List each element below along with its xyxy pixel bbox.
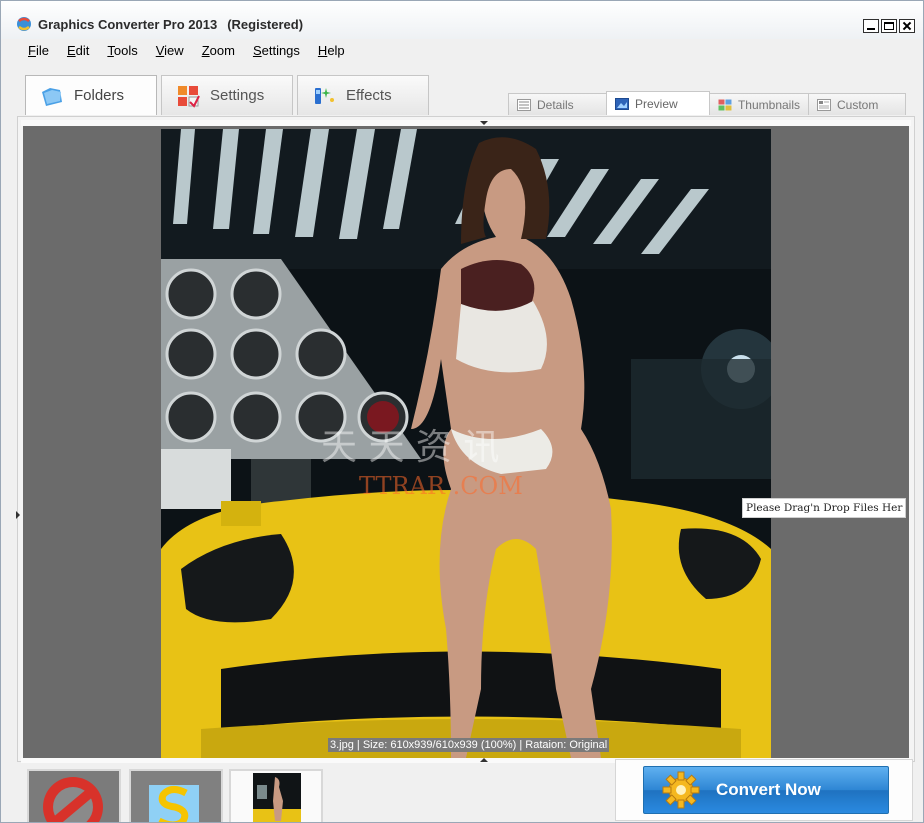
menu-bar: File Edit Tools View Zoom Settings Help: [1, 41, 923, 63]
menu-help[interactable]: Help: [309, 41, 354, 63]
minimize-button[interactable]: [863, 19, 879, 33]
tab-effects[interactable]: Effects: [297, 75, 429, 115]
menu-tools[interactable]: Tools: [98, 41, 146, 63]
view-tabs: Details Preview Thumbnails Custom: [508, 91, 906, 115]
menu-settings[interactable]: Settings: [244, 41, 309, 63]
thumbnail-item[interactable]: [129, 769, 223, 822]
gear-icon: [662, 771, 700, 809]
folder-icon: [42, 87, 62, 106]
registration-status: (Registered): [227, 17, 304, 32]
thumbnail-item[interactable]: [27, 769, 121, 822]
menu-zoom[interactable]: Zoom: [193, 41, 244, 63]
tab-settings[interactable]: Settings: [161, 75, 293, 115]
title-bar: Graphics Converter Pro 2013 (Registered): [1, 1, 923, 39]
custom-icon: [817, 98, 831, 111]
image-preview-area[interactable]: 天 天 资 讯 TTRAR .COM 3.jpg | Size: 610x939…: [23, 126, 909, 758]
watermark-cn: 天 天 资 讯: [321, 427, 499, 468]
collapse-down-arrow-icon[interactable]: [480, 758, 488, 762]
thumbnail-item[interactable]: [229, 769, 323, 822]
watermark-en: TTRAR .COM: [359, 472, 523, 500]
effects-wand-icon: [315, 87, 334, 104]
preview-icon: [615, 97, 629, 110]
tab-folders[interactable]: Folders: [25, 75, 157, 115]
close-button[interactable]: [899, 19, 915, 33]
photo-thumbnail-icon: [253, 773, 301, 822]
image-info-caption: 3.jpg | Size: 610x939/610x939 (100%) | R…: [328, 738, 610, 752]
main-tabs: Folders Settings Effects: [25, 75, 429, 115]
tab-settings-label: Settings: [210, 87, 265, 104]
menu-file[interactable]: File: [19, 41, 58, 63]
menu-edit[interactable]: Edit: [58, 41, 98, 63]
tab-custom-label: Custom: [837, 97, 879, 112]
convert-now-button[interactable]: Convert Now: [643, 766, 889, 814]
convert-now-label: Convert Now: [716, 780, 821, 799]
tab-preview-label: Preview: [635, 96, 678, 111]
tab-custom[interactable]: Custom: [808, 93, 906, 115]
app-window: Graphics Converter Pro 2013 (Registered) …: [0, 0, 924, 823]
tab-preview[interactable]: Preview: [606, 91, 710, 115]
tab-thumbnails[interactable]: Thumbnails: [709, 93, 809, 115]
convert-panel: Convert Now: [615, 759, 913, 821]
thumbnails-icon: [718, 99, 732, 110]
menu-view[interactable]: View: [147, 41, 193, 63]
maximize-button[interactable]: [881, 19, 897, 33]
tab-details-label: Details: [537, 97, 574, 112]
collapse-up-arrow-icon[interactable]: [480, 121, 488, 125]
details-icon: [517, 98, 531, 111]
tab-details[interactable]: Details: [508, 93, 607, 115]
side-panel-arrow-icon[interactable]: [16, 511, 20, 519]
tab-thumbnails-label: Thumbnails: [737, 97, 800, 112]
s-logo-icon: [149, 785, 199, 822]
app-logo-icon: [17, 17, 31, 31]
drop-files-tooltip: Please Drag'n Drop Files Her: [742, 498, 907, 518]
app-name: Graphics Converter Pro 2013: [38, 17, 218, 32]
window-title: Graphics Converter Pro 2013 (Registered): [38, 17, 303, 32]
tab-effects-label: Effects: [346, 87, 392, 104]
preview-image: 天 天 资 讯 TTRAR .COM: [161, 129, 771, 758]
settings-blocks-icon: [178, 85, 200, 108]
no-entry-icon: [43, 777, 103, 822]
tab-folders-label: Folders: [74, 87, 125, 104]
